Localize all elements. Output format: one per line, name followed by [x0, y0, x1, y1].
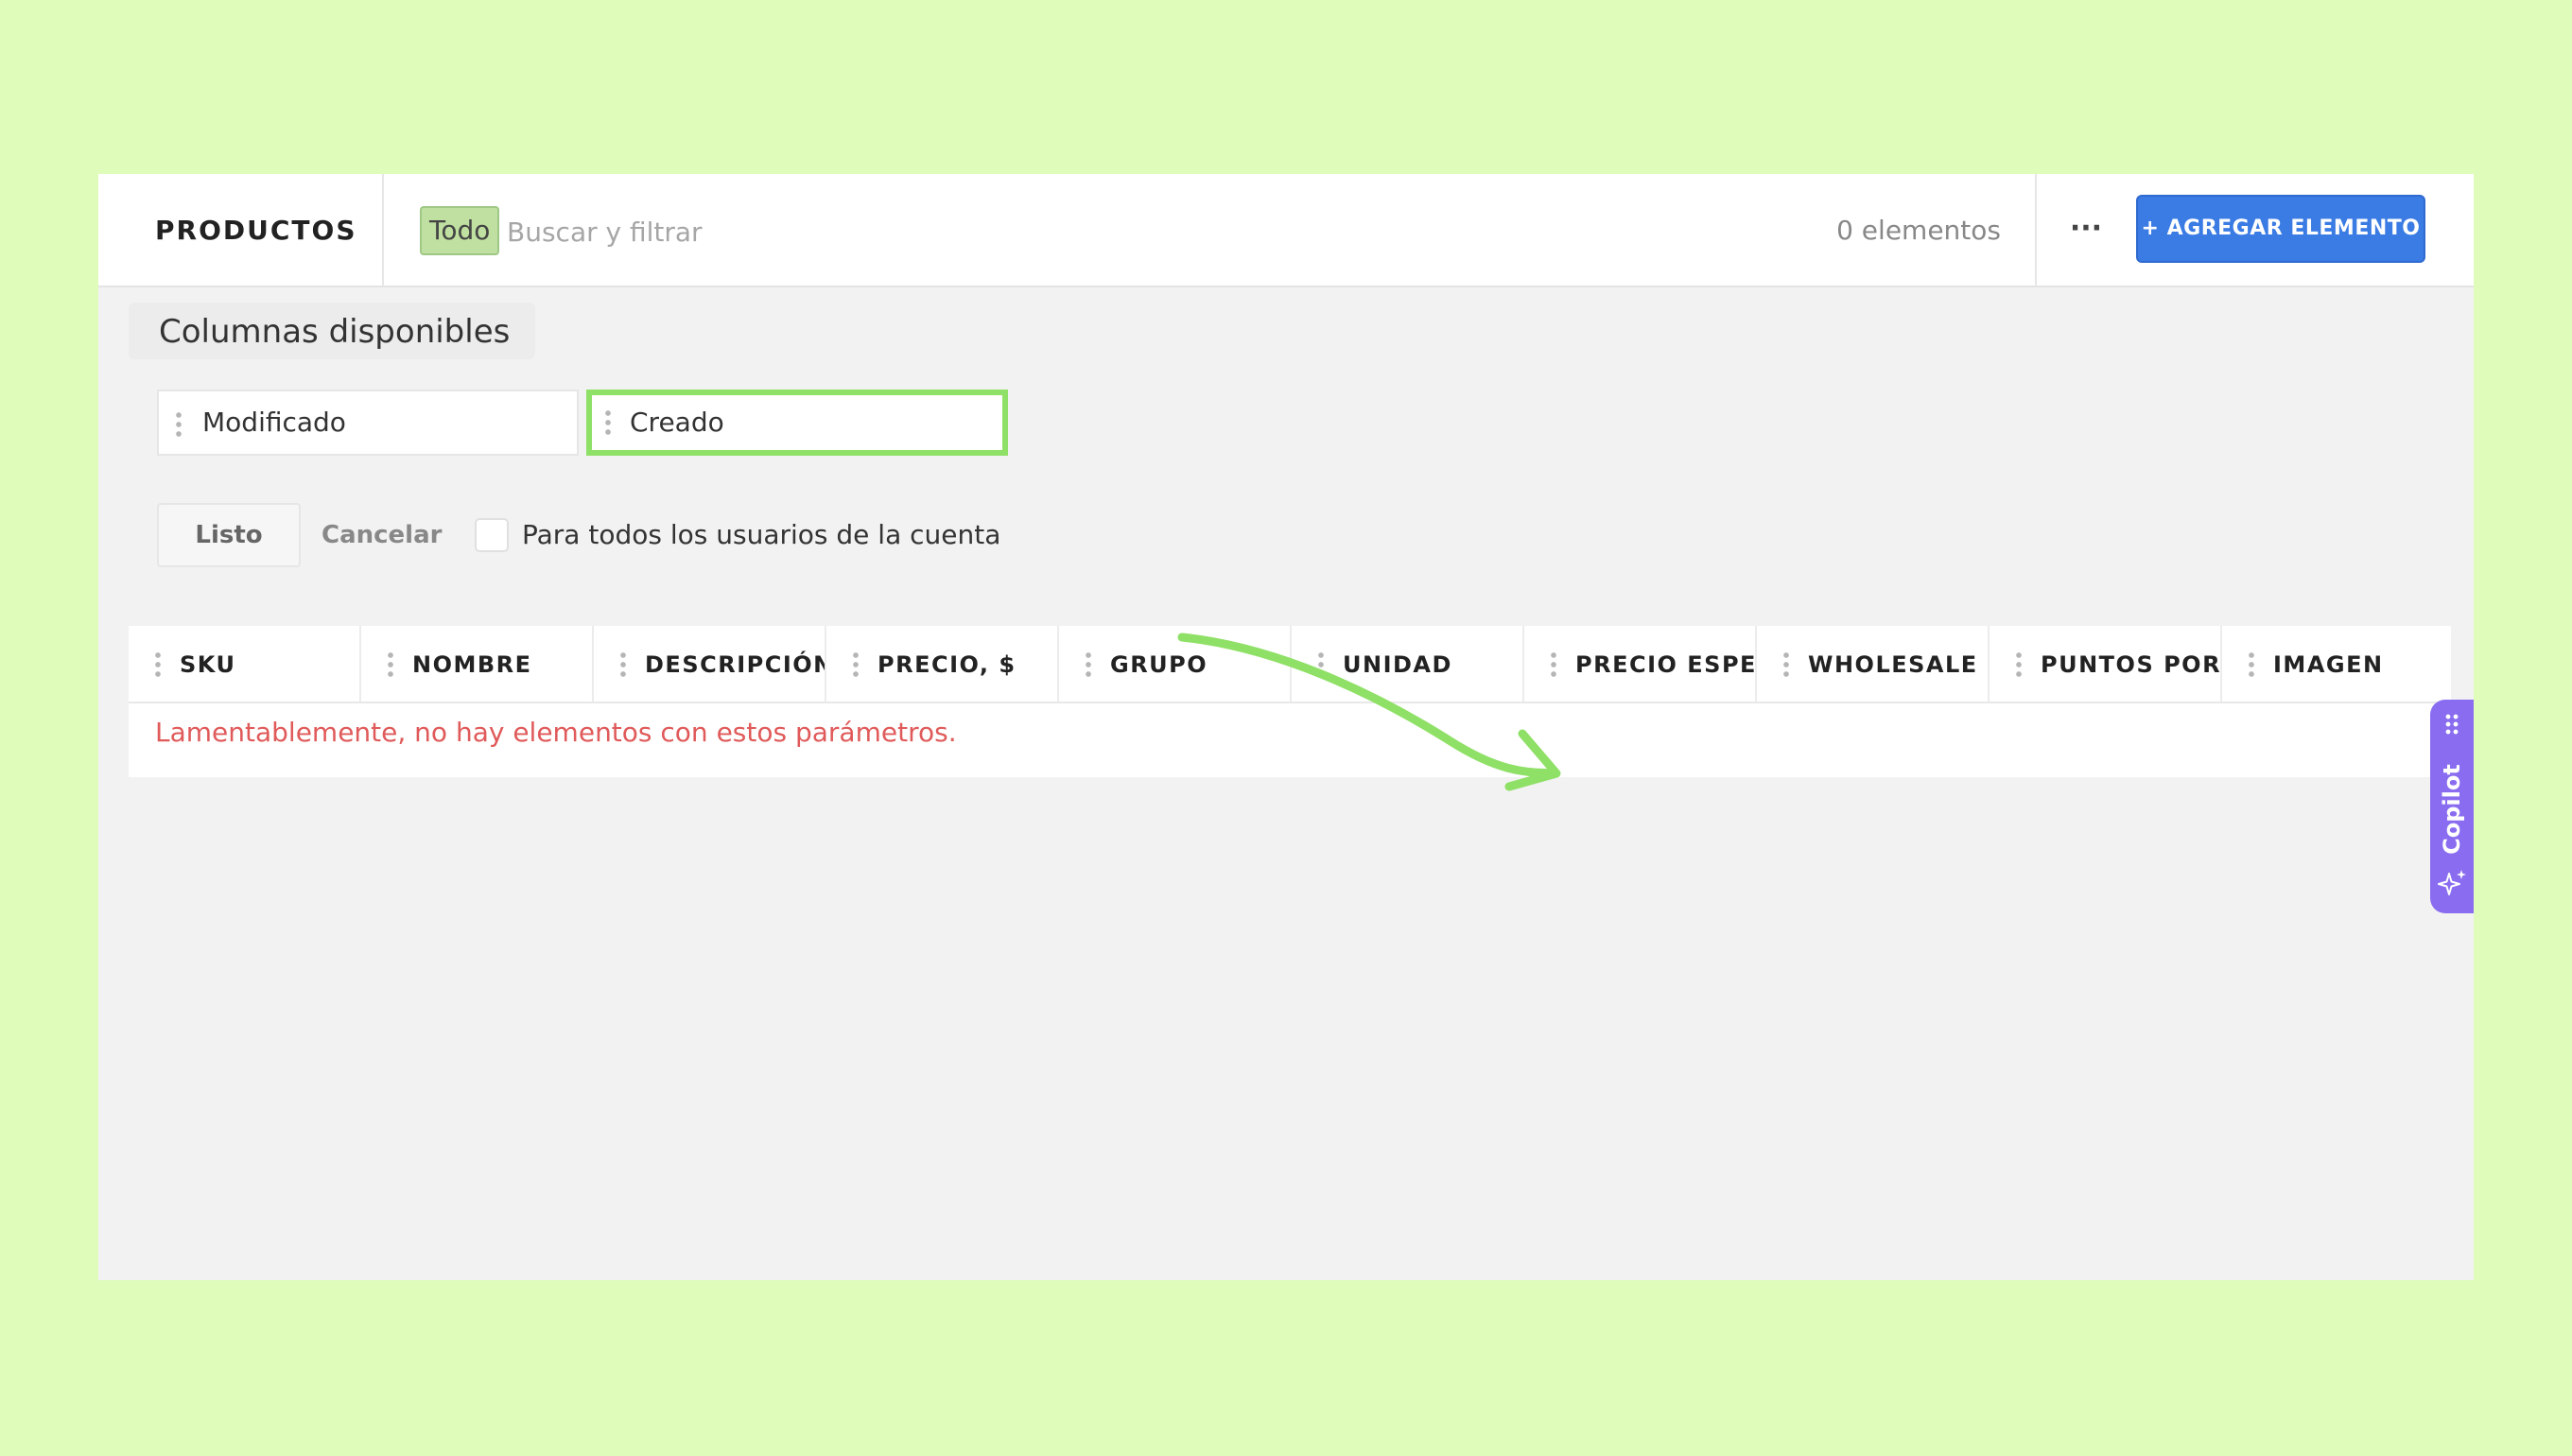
header-divider	[382, 174, 384, 287]
column-header-wholesale-price[interactable]: WHOLESALE PRICE	[1757, 626, 1990, 702]
column-header-label: DESCRIPCIÓN	[645, 651, 826, 678]
search-input[interactable]	[505, 202, 1360, 261]
all-users-checkbox[interactable]	[475, 518, 509, 552]
column-header-descripcion[interactable]: DESCRIPCIÓN	[594, 626, 826, 702]
drag-handle-icon[interactable]	[1783, 650, 1789, 679]
available-column-label: Modificado	[202, 407, 346, 438]
column-header-label: PUNTOS POR COMPRA	[2041, 651, 2222, 678]
column-header-label: SKU	[180, 651, 236, 678]
grip-icon[interactable]	[2444, 713, 2459, 736]
cancel-button[interactable]: Cancelar	[322, 503, 442, 567]
copilot-label: Copilot	[2439, 764, 2465, 855]
add-element-button[interactable]: + AGREGAR ELEMENTO	[2136, 195, 2425, 263]
drag-handle-icon[interactable]	[2016, 650, 2022, 679]
sparkle-icon	[2438, 870, 2466, 895]
column-header-precio[interactable]: PRECIO, $	[826, 626, 1059, 702]
all-users-label: Para todos los usuarios de la cuenta	[522, 519, 1001, 550]
drag-handle-icon[interactable]	[2249, 650, 2254, 679]
available-columns-title: Columnas disponibles	[129, 303, 535, 359]
drag-handle-icon[interactable]	[176, 410, 182, 439]
items-count: 0 elementos	[1836, 215, 2001, 246]
copilot-tab[interactable]: Copilot	[2430, 700, 2474, 913]
available-column-creado[interactable]: Creado	[586, 390, 1008, 456]
column-header-label: NOMBRE	[412, 651, 532, 678]
drag-handle-icon[interactable]	[388, 650, 393, 679]
more-options-button[interactable]: ···	[2046, 202, 2126, 259]
drag-handle-icon[interactable]	[1086, 650, 1091, 679]
column-header-imagen[interactable]: IMAGEN	[2222, 626, 2451, 702]
column-header-label: PRECIO, $	[878, 651, 1017, 678]
header-divider-right	[2035, 174, 2037, 287]
available-column-modificado[interactable]: Modificado	[157, 390, 579, 456]
available-column-label: Creado	[630, 407, 724, 438]
column-header-puntos-por-compra[interactable]: PUNTOS POR COMPRA	[1990, 626, 2222, 702]
empty-table-message: Lamentablemente, no hay elementos con es…	[155, 717, 957, 748]
drag-direction-arrow	[1177, 633, 1561, 791]
column-header-label: IMAGEN	[2273, 651, 2384, 678]
page-title: PRODUCTOS	[155, 215, 357, 246]
done-button[interactable]: Listo	[157, 503, 301, 567]
drag-handle-icon[interactable]	[155, 650, 161, 679]
column-header-sku[interactable]: SKU	[129, 626, 361, 702]
top-bar: PRODUCTOS Todo 0 elementos ··· + AGREGAR…	[98, 174, 2474, 287]
drag-handle-icon[interactable]	[620, 650, 626, 679]
column-header-label: WHOLESALE PRICE	[1808, 651, 1988, 678]
drag-handle-icon[interactable]	[853, 650, 859, 679]
column-header-nombre[interactable]: NOMBRE	[361, 626, 594, 702]
drag-handle-icon[interactable]	[605, 408, 611, 437]
filter-tag-todo[interactable]: Todo	[420, 206, 500, 255]
column-header-label: PRECIO ESPECIAL	[1575, 651, 1757, 678]
products-app: PRODUCTOS Todo 0 elementos ··· + AGREGAR…	[98, 174, 2474, 1280]
